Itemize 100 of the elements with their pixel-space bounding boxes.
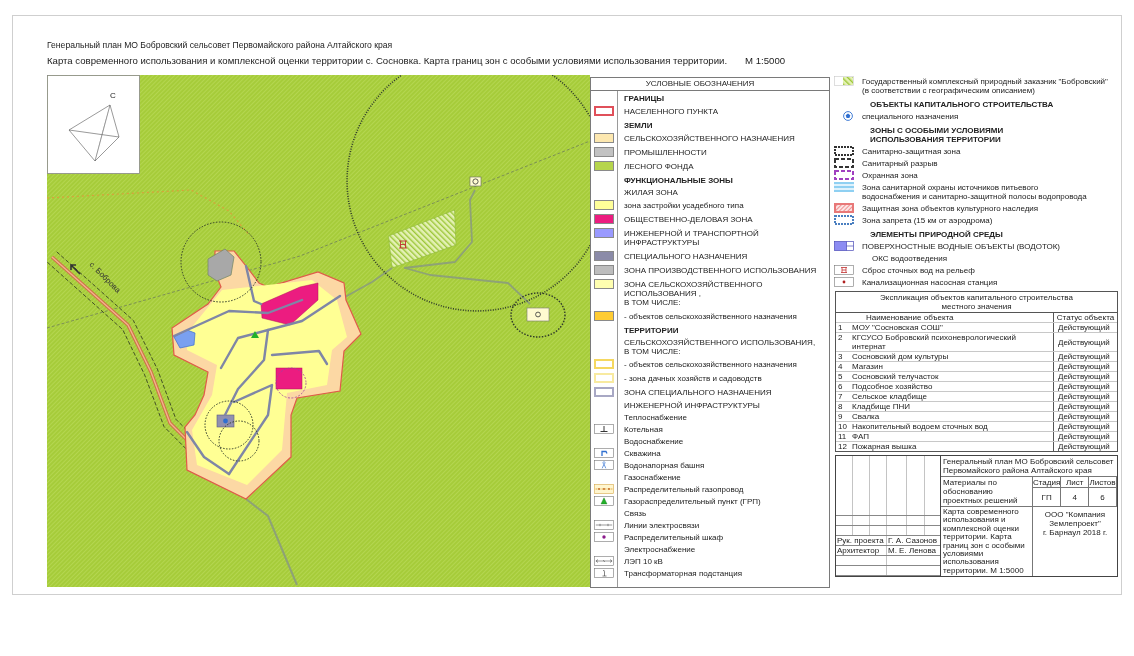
table-cell-text: 4 [837,362,844,371]
hatched-swatch-icon [834,76,854,86]
legend-label: Газораспределительный пункт (ГРП) [623,495,761,507]
legend-label: Газоснабжение [623,471,681,483]
legend-label: Защитная зона объектов культурного наследия [862,202,1039,214]
sheet-header: Стадия [1033,477,1062,488]
legend-label: ПОВЕРХНОСТНЫЕ ВОДНЫЕ ОБЪЕКТЫ (ВОДОТОК) [862,240,1060,252]
table-cell: Действующий [1053,442,1117,451]
legend-label: - зона дачных хозяйств и садоводств [623,372,762,385]
legend-heading: ГРАНИЦЫ [623,93,665,104]
legend-label: Трансформаторная подстанция [623,567,742,579]
water-body [173,329,196,349]
hook-icon [594,568,614,578]
signature-role: Рук. проекта [836,536,885,546]
legend-label: Государственный комплексный природный заказник "Бобровский" (в соответствии с географическим описанием) [862,75,1108,96]
table-cell: Действующий [1053,402,1117,411]
sheet-header: Листов [1089,477,1117,488]
plan-title: Генеральный план МО Бобровский сельсовет Первомайского района Алтайского края [47,40,393,51]
legend-label: ЗОНА СЕЛЬСКОХОЗЯЙСТВЕННОГО ИСПОЛЬЗОВАНИЯ , В ТОМ ЧИСЛЕ: [623,278,764,309]
table-cell-text: 8 [837,402,844,411]
legend-label: ЛЕСНОГО ФОНДА [623,160,694,173]
legend-label: Линии электросвязи [623,519,700,531]
public-business-zone [260,282,319,326]
arrow-line-icon [594,556,614,566]
legend-label: ОКС водоотведения [871,252,948,264]
pond-site [526,307,550,322]
table-cell-text: Свалка [851,412,881,421]
column-header: Статус объекта [1053,313,1117,322]
legend-label: Котельная [623,423,663,435]
table-cell-text: 3 [837,352,844,361]
sheet-header: Лист [1061,477,1090,488]
dot-icon [223,418,228,424]
legend-label: зона застройки усадебного типа [623,199,744,212]
legend-label: Санитарно-защитная зона [862,145,961,157]
legend-label: ЗОНА СПЕЦИАЛЬНОГО НАЗНАЧЕНИЯ [623,386,772,399]
table-cell-text: Сосновский дом культуры [851,352,950,361]
table-cell-text: Подсобное хозяйство [851,382,934,391]
table-cell: Действующий [1053,392,1117,401]
table-cell-text: МОУ "Сосновская СОШ" [851,323,944,332]
legend-label: СПЕЦИАЛЬНОГО НАЗНАЧЕНИЯ [623,250,748,263]
tick-line-icon [594,520,614,530]
table-title: Экспликация объектов капитального строительства местного значения [836,292,1117,313]
legend-heading: ФУНКЦИОНАЛЬНЫЕ ЗОНЫ [623,175,733,186]
legend-label: СЕЛЬСКОХОЗЯЙСТВЕННОГО НАЗНАЧЕНИЯ [623,132,795,145]
arrow-icon [70,264,81,275]
table-cell-text: Пожарная вышка [851,442,918,451]
sheet-value: ГП [1033,488,1062,506]
table-cell: Действующий [1053,333,1117,351]
legend-label: Зона санитарной охраны источников питьевого водоснабжения и санитарно-защитной полосы водопровода [862,181,1087,202]
table-cell-text: КГСУСО Бобровский психоневрологический интернат [851,333,1017,351]
legend-label: НАСЕЛЕННОГО ПУНКТА [623,105,718,118]
public-business-zone [275,367,303,390]
pentagon-icon [843,111,853,121]
legend-label: Теплоснабжение [623,411,687,423]
legend-label: специального назначения [862,110,959,122]
legend-label: Санитарный разрыв [862,157,938,169]
signature-role: Архитектор [836,546,881,556]
dirt-road [344,267,393,298]
hook-pipe-icon [594,448,614,458]
legend-label: ИНЖЕНЕРНОЙ И ТРАНСПОРТНОЙ ИНФРАСТРУКТУРЫ [623,227,760,249]
legend-heading: ТЕРРИТОРИИ [623,325,679,336]
protection-circle [275,367,307,399]
legend-heading: ЗЕМЛИ [623,120,653,131]
compass-label: С [110,91,116,100]
zone-circle [204,400,254,450]
legend-label: Распределительный шкаф [623,531,724,543]
legend-label: Скважина [623,447,661,459]
sheet-value: 6 [1089,488,1117,506]
legend-label: ОБЩЕСТВЕННО-ДЕЛОВАЯ ЗОНА [623,213,753,226]
bracket-icon [398,240,408,249]
legend-heading: ЗОНЫ С ОСОБЫМИ УСЛОВИЯМИ ИСПОЛЬЗОВАНИЯ ТЕРРИТОРИИ [869,124,1004,145]
table-cell: Действующий [1053,412,1117,421]
legend-label: Электроснабжение [623,543,696,555]
table-cell-text: 11 [837,432,848,441]
table-cell: Действующий [1053,362,1117,371]
legend-label: Зона запрета (15 км от аэродрома) [862,214,993,226]
tower-icon [594,460,614,470]
nature-reserve-area [388,209,457,269]
table-cell-text: Магазин [851,362,884,371]
table-cell-text: 9 [837,412,844,421]
table-cell-text: 5 [837,372,844,381]
legend-label: Охранная зона [862,169,918,181]
legend-label: Водонапорная башня [623,459,705,471]
legend-label: Водоснабжение [623,435,684,447]
north-arrow-icon [68,104,120,162]
table-cell-text: Накопительный водоем сточных вод [851,422,989,431]
table-cell: Действующий [1053,382,1117,391]
sheet-value: 4 [1061,488,1090,506]
legend-label: ЗОНА ПРОИЗВОДСТВЕННОГО ИСПОЛЬЗОВАНИЯ [623,264,817,277]
legend-heading: ОБЪЕКТЫ КАПИТАЛЬНОГО СТРОИТЕЛЬСТВА [869,98,1054,110]
table-cell-text: 1 [837,323,844,332]
table-cell-text: ФАП [851,432,870,441]
table-cell-text: 12 [837,442,848,451]
column-header: Наименование объекта [865,313,955,322]
legend-label: Сброс сточных вод на рельеф [862,264,975,276]
legend-label: - объектов сельскохозяйственного назначения [623,358,797,371]
table-cell-text: Кладбище ПНИ [851,402,911,411]
legend-label: ЛЭП 10 кВ [623,555,663,567]
drawing-title: Карта современного использования и комплексной оценки территории. Карта границ зон с особыми условиями использования территории. М 1:5000 [941,507,1033,577]
table-cell: Действующий [1053,432,1117,441]
